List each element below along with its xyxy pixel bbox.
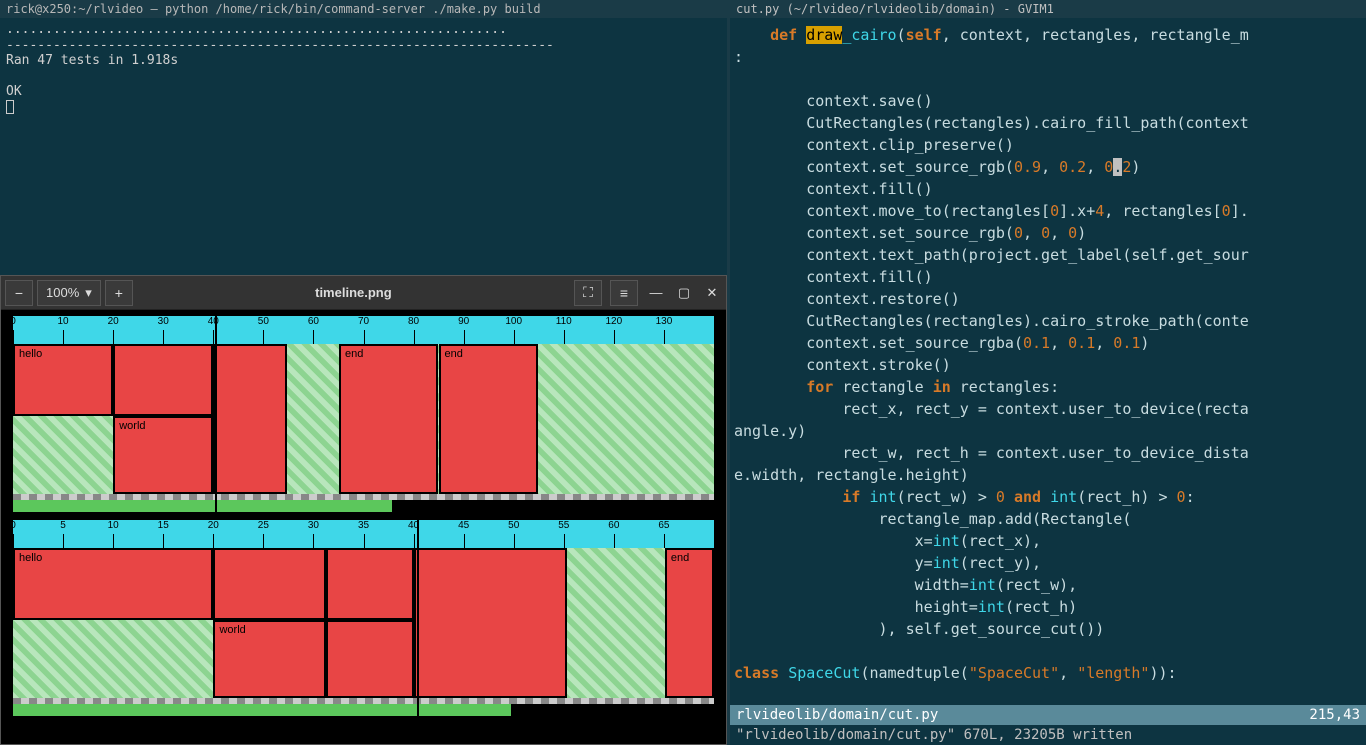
ruler-label: 30 bbox=[308, 520, 319, 531]
ruler-label: 120 bbox=[606, 316, 623, 327]
greenbar-2 bbox=[13, 704, 511, 716]
fullscreen-button[interactable]: ⛶ bbox=[574, 280, 602, 306]
zoom-value: 100% bbox=[46, 285, 79, 300]
ruler-label: 25 bbox=[258, 520, 269, 531]
close-button[interactable]: ✕ bbox=[702, 283, 722, 303]
timeline-clip[interactable]: world bbox=[113, 416, 213, 494]
vim-statusline: rlvideolib/domain/cut.py 215,43 bbox=[730, 705, 1366, 725]
ruler-label: 110 bbox=[556, 316, 572, 327]
timeline-clip[interactable]: end bbox=[439, 344, 539, 494]
menu-button[interactable]: ≡ bbox=[610, 280, 638, 306]
tracks-2: helloworld end bbox=[13, 548, 714, 698]
zoom-level[interactable]: 100% ▾ bbox=[37, 280, 101, 306]
ruler-label: 20 bbox=[208, 520, 219, 531]
greenbar-1 bbox=[13, 500, 392, 512]
ruler-label: 60 bbox=[308, 316, 319, 327]
chevron-down-icon: ▾ bbox=[85, 285, 92, 301]
ruler-label: 130 bbox=[656, 316, 673, 327]
ruler-label: 35 bbox=[358, 520, 369, 531]
ruler-2: 05101520253035404550556065 bbox=[13, 520, 714, 548]
timeline-clip[interactable]: hello bbox=[13, 344, 113, 416]
term-ok: OK bbox=[6, 84, 721, 100]
timeline-clip[interactable] bbox=[326, 548, 414, 620]
timeline-clip[interactable] bbox=[213, 344, 287, 494]
zoom-out-button[interactable]: − bbox=[5, 280, 33, 306]
minimize-button[interactable]: — bbox=[646, 283, 666, 303]
ruler-label: 90 bbox=[458, 316, 469, 327]
ruler-label: 0 bbox=[10, 520, 16, 531]
code-editor[interactable]: def draw_cairo(self, context, rectangles… bbox=[730, 18, 1366, 705]
timeline-clip[interactable] bbox=[414, 548, 567, 698]
gvim-pane: cut.py (~/rlvideo/rlvideolib/domain) - G… bbox=[730, 0, 1366, 745]
ruler-label: 5 bbox=[60, 520, 66, 531]
ruler-label: 30 bbox=[158, 316, 169, 327]
ruler-label: 60 bbox=[608, 520, 619, 531]
timeline-clip[interactable]: end bbox=[665, 548, 714, 698]
ruler-label: 50 bbox=[258, 316, 269, 327]
gvim-title: cut.py (~/rlvideo/rlvideolib/domain) - G… bbox=[730, 0, 1366, 18]
ruler-label: 100 bbox=[505, 316, 522, 327]
ruler-label: 45 bbox=[458, 520, 469, 531]
term-dots: ........................................… bbox=[6, 22, 721, 38]
ruler-label: 10 bbox=[58, 316, 69, 327]
timeline-2: 05101520253035404550556065 helloworldend bbox=[13, 520, 714, 722]
maximize-button[interactable]: ▢ bbox=[674, 283, 694, 303]
statusline-pos: 215,43 bbox=[1309, 707, 1360, 723]
ruler-label: 50 bbox=[508, 520, 519, 531]
terminal-title: rick@x250:~/rlvideo — python /home/rick/… bbox=[0, 0, 727, 18]
term-dashes: ----------------------------------------… bbox=[6, 38, 721, 54]
term-tests: Ran 47 tests in 1.918s bbox=[6, 53, 721, 69]
timeline-clip[interactable]: hello bbox=[13, 548, 213, 620]
ruler-label: 70 bbox=[358, 316, 369, 327]
timeline-clip[interactable]: world bbox=[213, 620, 325, 698]
ruler-1: 0 10 20 30 40 50 60 70 80 90 100 110 120 130 bbox=[13, 316, 714, 344]
image-viewer: − 100% ▾ + timeline.png ⛶ ≡ — ▢ ✕ 0 10 20 3… bbox=[0, 275, 727, 745]
timeline-clip[interactable] bbox=[213, 548, 325, 620]
term-cursor bbox=[6, 100, 14, 114]
timeline-clip[interactable]: end bbox=[339, 344, 439, 494]
statusline-file: rlvideolib/domain/cut.py bbox=[736, 707, 938, 723]
image-viewer-toolbar: − 100% ▾ + timeline.png ⛶ ≡ — ▢ ✕ bbox=[1, 276, 726, 310]
ruler-label: 55 bbox=[558, 520, 569, 531]
image-title: timeline.png bbox=[137, 285, 570, 300]
timeline-clip[interactable] bbox=[326, 620, 414, 698]
playhead-2 bbox=[417, 520, 419, 722]
ruler-label: 40 bbox=[208, 316, 219, 327]
zoom-in-button[interactable]: + bbox=[105, 280, 133, 306]
image-canvas: 0102030405060708090100110120130 hellowor… bbox=[1, 310, 726, 744]
timeline-image: 0102030405060708090100110120130 hellowor… bbox=[5, 314, 722, 740]
ruler-label: 80 bbox=[408, 316, 419, 327]
terminal[interactable]: rick@x250:~/rlvideo — python /home/rick/… bbox=[0, 0, 727, 275]
ruler-label: 10 bbox=[108, 520, 119, 531]
timeline-clip[interactable] bbox=[113, 344, 213, 416]
terminal-body: ........................................… bbox=[0, 18, 727, 123]
ruler-label: 65 bbox=[658, 520, 669, 531]
left-pane: rick@x250:~/rlvideo — python /home/rick/… bbox=[0, 0, 730, 745]
playhead-1 bbox=[215, 316, 217, 512]
timeline-1: 0 10 20 30 40 50 60 70 80 90 100 110 120 130 hellowor… bbox=[13, 316, 714, 512]
ruler-label: 15 bbox=[158, 520, 169, 531]
ruler-label: 20 bbox=[108, 316, 119, 327]
tracks-1: helloworld endend bbox=[13, 344, 714, 494]
ruler-label: 0 bbox=[10, 316, 16, 327]
vim-cmdline: "rlvideolib/domain/cut.py" 670L, 23205B … bbox=[730, 725, 1366, 745]
